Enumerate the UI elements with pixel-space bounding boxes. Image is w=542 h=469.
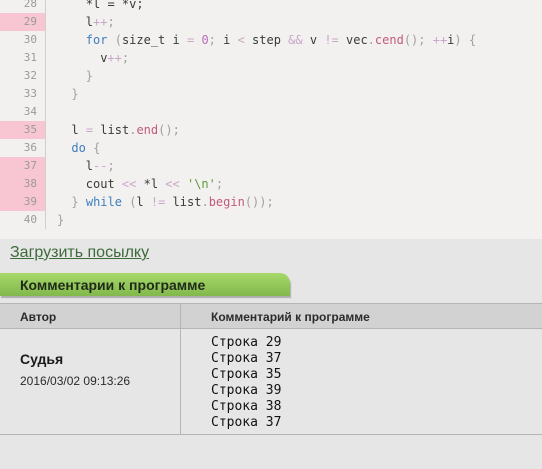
code-listing: 28 *l = *v; 29 l++; 30 for (size_t i = 0; i <… bbox=[0, 0, 542, 239]
line-number: 36 bbox=[0, 139, 46, 157]
code-line: 40} bbox=[0, 211, 542, 229]
line-number: 34 bbox=[0, 103, 46, 121]
code-line: 33} bbox=[0, 85, 542, 103]
upload-submission-link[interactable]: Загрузить посылку bbox=[10, 244, 149, 262]
comment-line: Строка 37 bbox=[211, 415, 282, 430]
line-number: 33 bbox=[0, 85, 46, 103]
author-date: 2016/03/02 09:13:26 bbox=[20, 374, 131, 388]
code-text: } bbox=[85, 69, 94, 83]
highlighted-line-number: 35 bbox=[0, 121, 46, 139]
code-line: 32} bbox=[0, 67, 542, 85]
code-line: 38 cout << *l << '\n'; bbox=[0, 175, 542, 193]
code-text: } while (l != list.begin()); bbox=[71, 195, 274, 209]
code-text: v++; bbox=[100, 51, 130, 65]
line-number-text: 29 bbox=[23, 15, 37, 28]
line-number-text: 28 bbox=[23, 0, 37, 10]
code-text: l++; bbox=[85, 15, 115, 29]
section-title: Комментарии к программе bbox=[20, 277, 206, 293]
line-number: 40 bbox=[0, 211, 46, 229]
highlighted-line-number: 38 bbox=[0, 175, 46, 193]
line-number: 28 bbox=[0, 0, 46, 13]
comments-section-header: Комментарии к программе bbox=[0, 273, 290, 296]
code-line: 35 l = list.end(); bbox=[0, 121, 542, 139]
comment-text: Строка 29 Строка 37 Строка 35 Строка 39 … bbox=[211, 335, 281, 431]
code-text: *l = *v; bbox=[85, 0, 144, 11]
code-line: 36 do { bbox=[0, 139, 542, 157]
line-number-text: 33 bbox=[23, 87, 37, 100]
comment-line: Строка 39 bbox=[211, 383, 282, 398]
highlighted-line-number: 37 bbox=[0, 157, 46, 175]
code-text: } bbox=[71, 87, 79, 101]
code-text: do { bbox=[71, 141, 101, 155]
line-number-text: 40 bbox=[23, 213, 37, 226]
line-number: 31 bbox=[0, 49, 46, 67]
line-number-text: 34 bbox=[23, 105, 37, 118]
column-header-author: Автор bbox=[20, 310, 57, 324]
comment-line: Строка 35 bbox=[211, 367, 282, 382]
code-line: 34 bbox=[0, 103, 542, 121]
comment-line: Строка 38 bbox=[211, 399, 282, 414]
line-number-text: 38 bbox=[23, 177, 37, 190]
line-number: 32 bbox=[0, 67, 46, 85]
code-line: 37 l--; bbox=[0, 157, 542, 175]
code-line: 30 for (size_t i = 0; i < step && v != ve… bbox=[0, 31, 542, 49]
code-text: l--; bbox=[85, 159, 115, 173]
code-text: l = list.end(); bbox=[71, 123, 180, 137]
line-number-text: 32 bbox=[23, 69, 37, 82]
code-line: 29 l++; bbox=[0, 13, 542, 31]
highlighted-line-number: 29 bbox=[0, 13, 46, 31]
code-line: 31 v++; bbox=[0, 49, 542, 67]
table-header-row: Автор Комментарий к программе bbox=[0, 304, 542, 329]
code-line: 39 } while (l != list.begin()); bbox=[0, 193, 542, 211]
column-header-comment: Комментарий к программе bbox=[211, 310, 370, 324]
line-number-text: 30 bbox=[23, 33, 37, 46]
line-number: 30 bbox=[0, 31, 46, 49]
column-divider bbox=[180, 304, 181, 434]
code-text: cout << *l << '\n'; bbox=[85, 177, 224, 191]
comments-table: Автор Комментарий к программе Судья 2016… bbox=[0, 303, 542, 435]
comment-line: Строка 29 bbox=[211, 335, 282, 350]
code-line: 28 *l = *v; bbox=[0, 0, 542, 13]
line-number-text: 37 bbox=[23, 159, 37, 172]
line-number-text: 35 bbox=[23, 123, 37, 136]
line-number-text: 36 bbox=[23, 141, 37, 154]
line-number-text: 39 bbox=[23, 195, 37, 208]
comment-line: Строка 37 bbox=[211, 351, 282, 366]
code-text: } bbox=[57, 213, 65, 227]
highlighted-line-number: 39 bbox=[0, 193, 46, 211]
line-number-text: 31 bbox=[23, 51, 37, 64]
author-name: Судья bbox=[20, 351, 64, 367]
code-text: for (size_t i = 0; i < step && v != vec.… bbox=[85, 33, 477, 47]
